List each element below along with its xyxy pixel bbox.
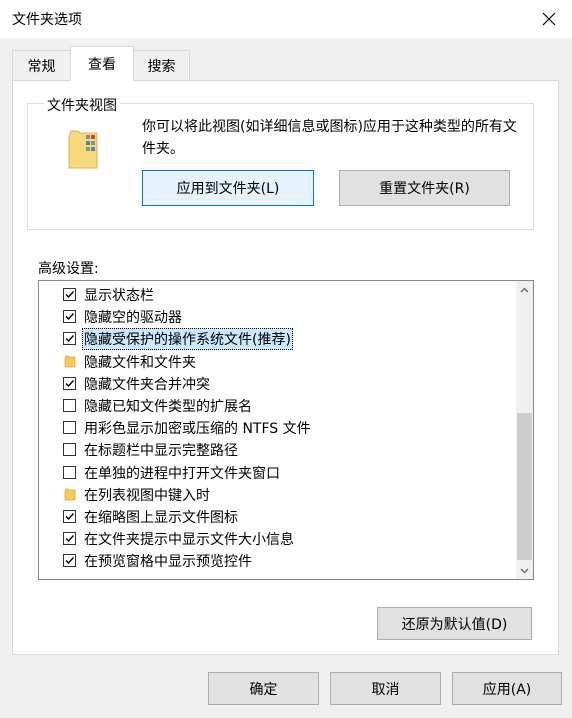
folder-view-icon (68, 130, 98, 169)
restore-defaults-button[interactable]: 还原为默认值(D) (377, 607, 532, 640)
window-title: 文件夹选项 (12, 12, 82, 28)
reset-folders-button[interactable]: 重置文件夹(R) (339, 170, 510, 206)
chevron-up-icon (520, 287, 529, 292)
setting-label: 在预览窗格中显示预览控件 (84, 554, 252, 571)
checkbox-row[interactable]: 用彩色显示加密或压缩的 NTFS 文件 (39, 417, 516, 439)
folder-icon (64, 488, 76, 501)
checkbox[interactable] (63, 399, 76, 412)
checkbox-row[interactable]: 在预览窗格中显示预览控件 (39, 550, 516, 572)
checkbox-row[interactable]: 隐藏受保护的操作系统文件(推荐) (39, 328, 516, 351)
setting-label: 显示状态栏 (84, 288, 154, 304)
setting-label: 隐藏受保护的操作系统文件(推荐) (82, 328, 293, 351)
title-bar: 文件夹选项 (0, 0, 572, 38)
setting-label: 在文件夹提示中显示文件大小信息 (84, 532, 294, 549)
checkbox-row[interactable]: 隐藏已知文件类型的扩展名 (39, 395, 516, 417)
checkmark-icon (65, 313, 75, 321)
scrollbar-thumb[interactable] (517, 413, 532, 560)
checkbox[interactable] (63, 465, 76, 479)
apply-button[interactable]: 应用(A) (452, 672, 562, 705)
setting-label: 用彩色显示加密或压缩的 NTFS 文件 (84, 421, 311, 438)
checkbox[interactable] (63, 310, 76, 324)
setting-label: 隐藏文件和文件夹 (84, 354, 196, 371)
apply-to-folders-button[interactable]: 应用到文件夹(L) (142, 170, 314, 206)
setting-label: 隐藏空的驱动器 (84, 310, 182, 327)
checkbox-row[interactable]: 显示状态栏 (39, 284, 516, 306)
checkbox[interactable] (63, 554, 76, 568)
checkbox-row[interactable]: 在缩略图上显示文件图标 (39, 506, 516, 528)
setting-label: 在单独的进程中打开文件夹窗口 (84, 465, 280, 482)
folder-icon (64, 355, 76, 367)
checkbox[interactable] (63, 532, 76, 546)
checkbox[interactable] (63, 376, 76, 390)
chevron-down-icon (520, 568, 529, 573)
checkmark-icon (65, 379, 75, 387)
vertical-scrollbar[interactable] (516, 281, 533, 579)
tab-search[interactable]: 搜索 (133, 50, 190, 80)
advanced-settings-list[interactable]: 显示状态栏隐藏空的驱动器 隐藏受保护的操作系统文件(推荐) 隐藏文件和文件夹 隐藏文件… (38, 280, 534, 580)
ok-button[interactable]: 确定 (208, 672, 319, 705)
close-icon (542, 12, 556, 26)
scroll-up-button[interactable] (516, 281, 533, 298)
cancel-button[interactable]: 取消 (330, 672, 441, 705)
checkbox-row[interactable]: 在单独的进程中打开文件夹窗口 (39, 462, 516, 484)
tab-general[interactable]: 常规 (12, 50, 71, 80)
setting-label: 隐藏文件夹合并冲突 (84, 376, 210, 393)
advanced-settings-label: 高级设置: (38, 261, 99, 277)
folder-views-title: 文件夹视图 (44, 95, 120, 115)
checkmark-icon (65, 513, 75, 521)
folder-row[interactable]: 在列表视图中键入时 (39, 484, 516, 506)
setting-label: 在标题栏中显示完整路径 (84, 443, 238, 460)
scroll-down-button[interactable] (516, 562, 533, 579)
checkmark-icon (65, 335, 75, 343)
folder-views-description: 你可以将此视图(如详细信息或图标)应用于这种类型的所有文件夹。 (142, 119, 517, 157)
checkbox-row[interactable]: 在标题栏中显示完整路径 (39, 439, 516, 461)
checkbox-row[interactable]: 在文件夹提示中显示文件大小信息 (39, 528, 516, 550)
checkbox[interactable] (63, 510, 76, 523)
checkbox[interactable] (63, 332, 76, 346)
setting-label: 在列表视图中键入时 (84, 487, 210, 504)
checkmark-icon (65, 557, 75, 565)
checkbox-row[interactable]: 隐藏文件夹合并冲突 (39, 373, 516, 395)
checkbox[interactable] (63, 421, 76, 435)
checkmark-icon (65, 291, 75, 299)
setting-label: 隐藏已知文件类型的扩展名 (84, 399, 252, 415)
checkmark-icon (65, 535, 75, 543)
checkbox-row[interactable]: 隐藏空的驱动器 (39, 306, 516, 328)
checkbox[interactable] (63, 443, 76, 457)
folder-row[interactable]: 隐藏文件和文件夹 (39, 351, 516, 373)
tab-view[interactable]: 查看 (70, 46, 134, 81)
setting-label: 在缩略图上显示文件图标 (84, 510, 238, 526)
close-button[interactable] (526, 0, 572, 38)
checkbox[interactable] (63, 288, 76, 301)
